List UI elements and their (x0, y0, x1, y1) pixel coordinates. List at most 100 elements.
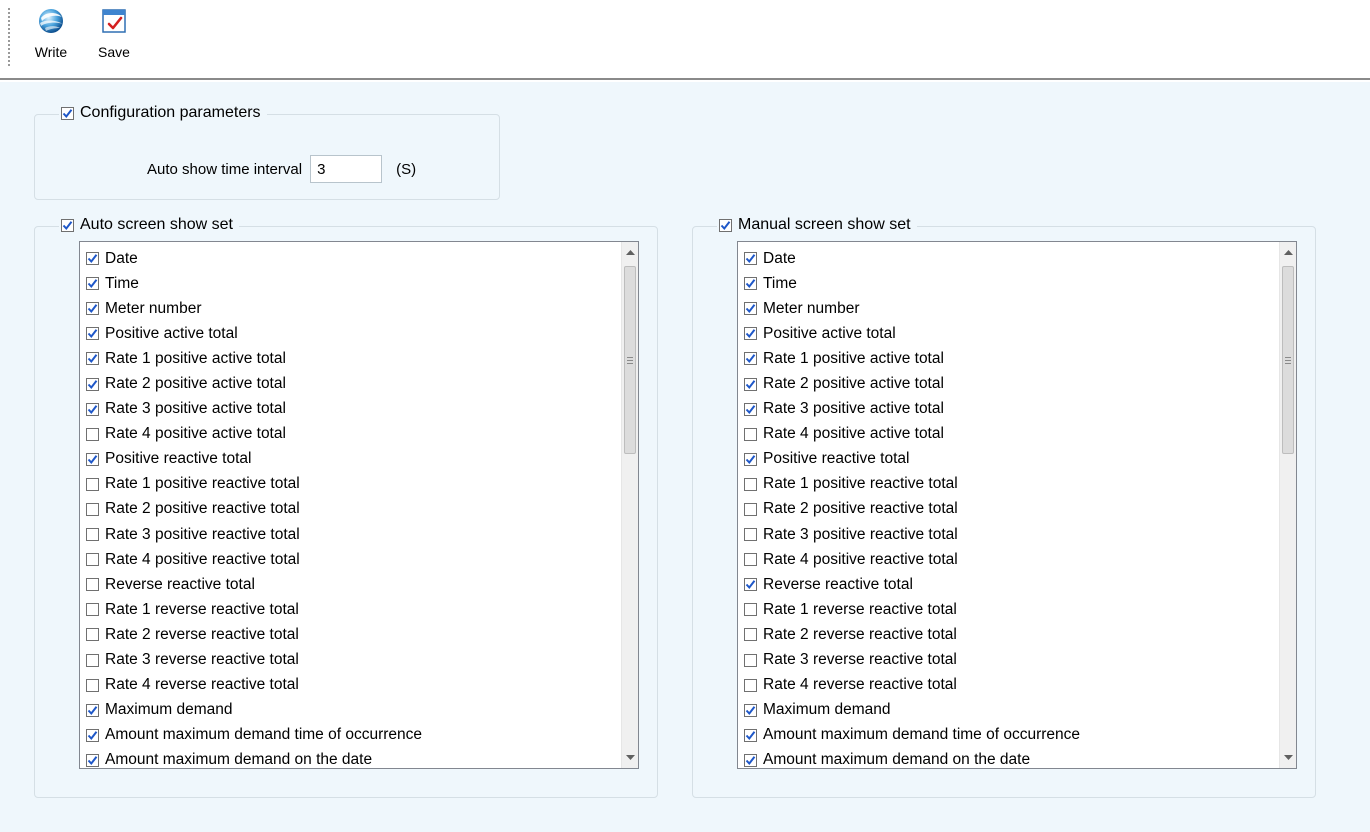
item-checkbox[interactable] (86, 753, 99, 767)
list-item[interactable]: Rate 1 positive reactive total (738, 472, 1279, 497)
list-item[interactable]: Rate 1 positive active total (80, 346, 621, 371)
list-item[interactable]: Time (738, 271, 1279, 296)
auto-screen-checklist[interactable]: Date Time Meter number Positive active tota… (79, 241, 639, 769)
auto-list-scrollbar[interactable] (621, 242, 638, 768)
auto-show-interval-input[interactable] (310, 155, 383, 183)
item-checkbox[interactable] (744, 427, 757, 441)
list-item[interactable]: Rate 2 reverse reactive total (80, 622, 621, 647)
list-item[interactable]: Meter number (80, 296, 621, 321)
item-checkbox[interactable] (744, 553, 757, 567)
item-checkbox[interactable] (86, 352, 99, 366)
item-checkbox[interactable] (744, 452, 757, 466)
scroll-up-icon[interactable] (622, 244, 638, 261)
save-button[interactable]: Save (90, 6, 138, 60)
list-item[interactable]: Maximum demand (738, 698, 1279, 723)
item-checkbox[interactable] (86, 728, 99, 742)
list-item[interactable]: Rate 3 positive reactive total (738, 522, 1279, 547)
item-checkbox[interactable] (744, 402, 757, 416)
list-item[interactable]: Meter number (738, 296, 1279, 321)
scroll-down-icon[interactable] (1280, 749, 1296, 766)
list-item[interactable]: Rate 2 reverse reactive total (738, 622, 1279, 647)
manual-screen-checklist[interactable]: Date Time Meter number Positive active tota… (737, 241, 1297, 769)
item-checkbox[interactable] (744, 502, 757, 516)
list-item[interactable]: Rate 4 reverse reactive total (738, 673, 1279, 698)
list-item[interactable]: Rate 4 positive reactive total (738, 547, 1279, 572)
item-checkbox[interactable] (744, 703, 757, 717)
list-item[interactable]: Amount maximum demand on the date (80, 748, 621, 768)
item-checkbox[interactable] (86, 502, 99, 516)
scroll-thumb[interactable] (624, 266, 636, 454)
list-item[interactable]: Rate 3 reverse reactive total (80, 648, 621, 673)
list-item[interactable]: Rate 3 positive active total (80, 397, 621, 422)
list-item[interactable]: Rate 2 positive active total (738, 371, 1279, 396)
write-button[interactable]: Write (26, 6, 76, 60)
list-item[interactable]: Time (80, 271, 621, 296)
scroll-down-icon[interactable] (622, 749, 638, 766)
item-checkbox[interactable] (86, 252, 99, 266)
list-item[interactable]: Rate 2 positive reactive total (80, 497, 621, 522)
item-checkbox[interactable] (744, 302, 757, 316)
list-item[interactable]: Date (738, 246, 1279, 271)
item-checkbox[interactable] (744, 528, 757, 542)
item-checkbox[interactable] (744, 277, 757, 291)
manual-list-scrollbar[interactable] (1279, 242, 1296, 768)
item-checkbox[interactable] (86, 703, 99, 717)
item-checkbox[interactable] (86, 402, 99, 416)
item-checkbox[interactable] (744, 252, 757, 266)
item-checkbox[interactable] (86, 678, 99, 692)
item-checkbox[interactable] (86, 302, 99, 316)
list-item[interactable]: Rate 1 reverse reactive total (80, 597, 621, 622)
list-item[interactable]: Maximum demand (80, 698, 621, 723)
item-checkbox[interactable] (86, 477, 99, 491)
item-checkbox[interactable] (744, 603, 757, 617)
list-item[interactable]: Positive active total (738, 321, 1279, 346)
list-item[interactable]: Amount maximum demand time of occurrence (738, 723, 1279, 748)
list-item[interactable]: Rate 3 positive reactive total (80, 522, 621, 547)
item-checkbox[interactable] (86, 603, 99, 617)
list-item[interactable]: Rate 1 positive reactive total (80, 472, 621, 497)
list-item[interactable]: Amount maximum demand on the date (738, 748, 1279, 768)
item-checkbox[interactable] (86, 528, 99, 542)
list-item[interactable]: Reverse reactive total (80, 572, 621, 597)
auto-screen-show-checkbox[interactable] (61, 218, 74, 232)
scroll-up-icon[interactable] (1280, 244, 1296, 261)
list-item[interactable]: Rate 4 positive reactive total (80, 547, 621, 572)
item-checkbox[interactable] (86, 628, 99, 642)
item-checkbox[interactable] (744, 728, 757, 742)
list-item[interactable]: Reverse reactive total (738, 572, 1279, 597)
item-checkbox[interactable] (86, 553, 99, 567)
list-item[interactable]: Rate 3 reverse reactive total (738, 648, 1279, 673)
list-item[interactable]: Date (80, 246, 621, 271)
item-checkbox[interactable] (86, 277, 99, 291)
item-checkbox[interactable] (744, 578, 757, 592)
list-item[interactable]: Rate 2 positive reactive total (738, 497, 1279, 522)
item-checkbox[interactable] (86, 427, 99, 441)
list-item[interactable]: Positive reactive total (80, 447, 621, 472)
item-checkbox[interactable] (744, 628, 757, 642)
list-item[interactable]: Positive active total (80, 321, 621, 346)
list-item[interactable]: Rate 3 positive active total (738, 397, 1279, 422)
item-checkbox[interactable] (744, 678, 757, 692)
list-item[interactable]: Rate 4 positive active total (80, 422, 621, 447)
item-checkbox[interactable] (86, 377, 99, 391)
manual-screen-show-checkbox[interactable] (719, 218, 732, 232)
toolbar-grip[interactable] (8, 8, 10, 66)
scroll-thumb[interactable] (1282, 266, 1294, 454)
item-checkbox[interactable] (744, 352, 757, 366)
list-item[interactable]: Rate 2 positive active total (80, 371, 621, 396)
item-checkbox[interactable] (744, 653, 757, 667)
item-checkbox[interactable] (744, 377, 757, 391)
item-checkbox[interactable] (86, 578, 99, 592)
list-item[interactable]: Rate 4 positive active total (738, 422, 1279, 447)
list-item[interactable]: Rate 1 positive active total (738, 346, 1279, 371)
item-checkbox[interactable] (744, 753, 757, 767)
list-item[interactable]: Rate 1 reverse reactive total (738, 597, 1279, 622)
item-checkbox[interactable] (744, 477, 757, 491)
item-checkbox[interactable] (86, 327, 99, 341)
list-item[interactable]: Amount maximum demand time of occurrence (80, 723, 621, 748)
list-item[interactable]: Positive reactive total (738, 447, 1279, 472)
item-checkbox[interactable] (744, 327, 757, 341)
item-checkbox[interactable] (86, 653, 99, 667)
configuration-parameters-checkbox[interactable] (61, 106, 74, 120)
list-item[interactable]: Rate 4 reverse reactive total (80, 673, 621, 698)
